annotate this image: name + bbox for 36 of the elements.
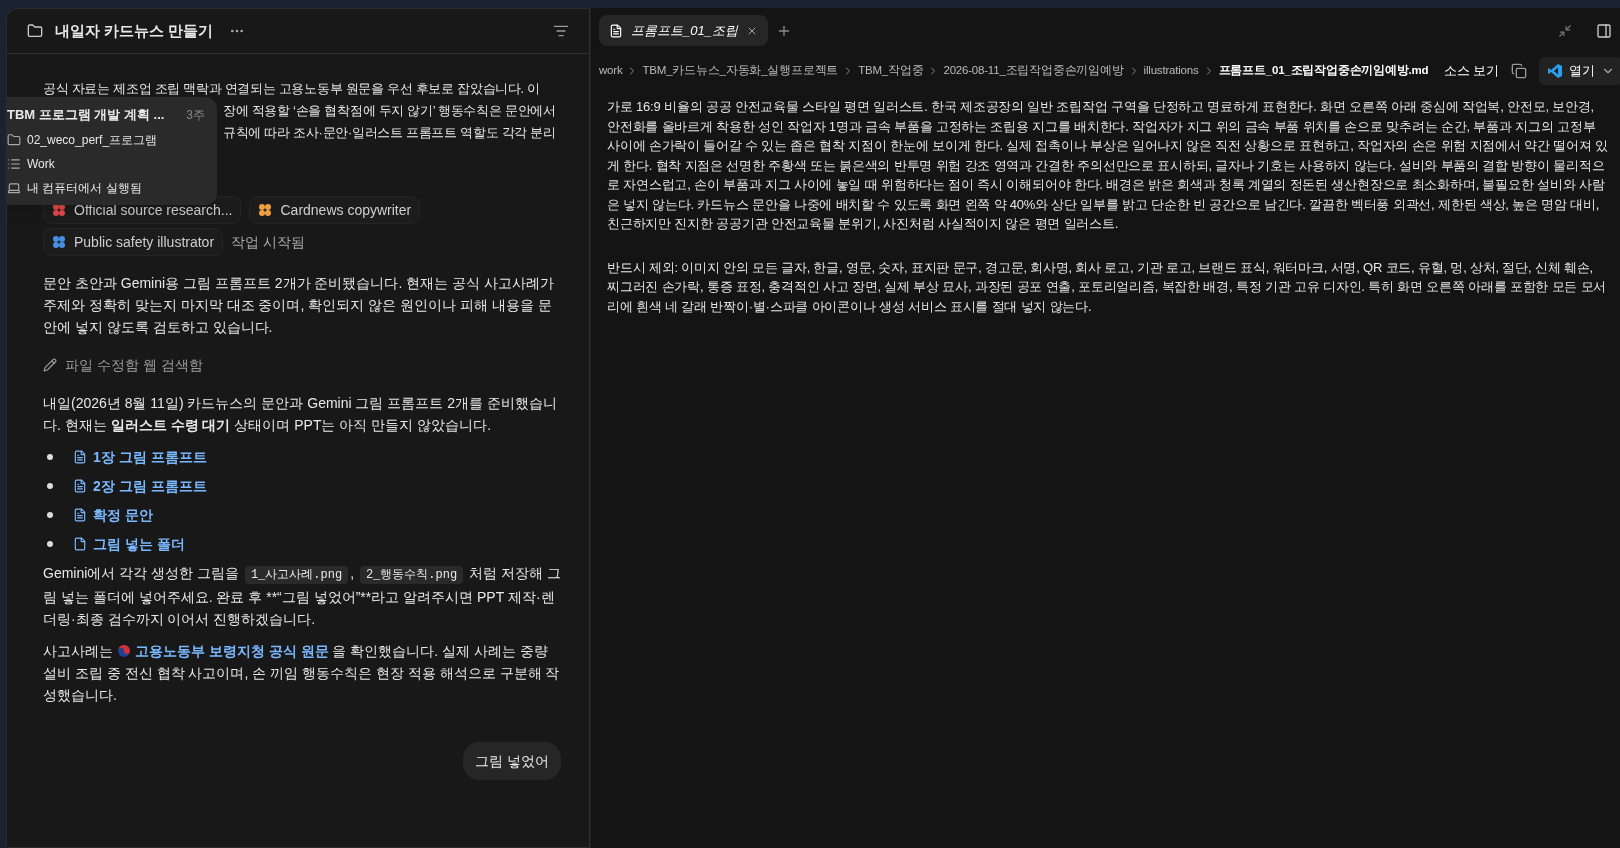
breadcrumb-item[interactable]: TBM_카드뉴스_자동화_실행프로젝트 <box>642 62 839 80</box>
agents-status: 작업 시작됨 <box>231 233 305 252</box>
popup-item: 02_weco_perf_프로그램 <box>27 131 158 149</box>
message-paragraph: 사고사례는 고용노동부 보령지청 공식 원문 을 확인했습니다. 실제 사례는 중량 설비 조립 중 전신 협착 사고이며, 손 끼임 행동수칙은 현장 적용 해석으로 구분해 작성했습니다. <box>43 642 561 705</box>
message-paragraph: Gemini에서 각각 생성한 그림을 1_사고사례.png , 2_행동수칙.png 처럼 저장해 그림 넣는 폴더에 넣어주세요. 완료 후 **“그림 넣었어”**라고 알려주시면 PPT 제작·렌더링·최종 검수까지 이어서 진행하겠습니다. <box>43 564 561 629</box>
file-link[interactable]: 1장 그림 프롬프트 <box>93 445 207 468</box>
user-message: 그림 넣었어 <box>463 742 561 780</box>
popup-item: Work <box>27 155 55 173</box>
inline-code: 1_사고사례.png <box>244 566 349 584</box>
message-text: 규칙에 따라 조사·문안·일러스트 프롬프트 역할도 각각 분리 <box>223 124 556 142</box>
breadcrumb-item[interactable]: 2026-08-11_조립작업중손끼임예방 <box>943 62 1124 80</box>
source-view-button[interactable]: 소스 보기 <box>1444 61 1499 81</box>
popup-age: 3주 <box>186 106 205 124</box>
agent-chip[interactable]: Public safety illustrator <box>43 228 224 256</box>
message-text: 공식 자료는 제조업 조립 맥락과 연결되는 고용노동부 원문을 우선 후보로 잡았습니다. 이 <box>43 80 540 98</box>
source-link[interactable]: 고용노동부 보령지청 공식 원문 <box>134 643 329 659</box>
breadcrumb-item[interactable]: work <box>599 62 623 80</box>
editor-tab[interactable]: 프롬프트_01_조립 <box>599 14 768 47</box>
inline-code: 2_행동수칙.png <box>359 566 464 584</box>
agent-chip[interactable]: Cardnews copywriter <box>249 196 421 224</box>
popup-title: TBM 프로그램 개발 계획 ... <box>7 106 165 124</box>
activity-summary: 파일 수정함 웹 검색함 <box>65 356 203 375</box>
file-link[interactable]: 그림 넣는 폴더 <box>93 532 185 555</box>
breadcrumb-item[interactable]: 프롬프트_01_조립작업중손끼임예방.md <box>1218 62 1429 80</box>
breadcrumb-item[interactable]: TBM_작업중 <box>858 62 924 80</box>
file-link[interactable]: 확정 문안 <box>93 503 153 526</box>
breadcrumb-item[interactable]: illustrations <box>1143 62 1199 80</box>
message-paragraph: 문안 초안과 Gemini용 그림 프롬프트 2개가 준비됐습니다. 현재는 공식 사고사례가 주제와 정확히 맞는지 마지막 대조 중이며, 확인되지 않은 원인이나 피해 내용을 문안에 넣지 않도록 검토하고 있습니다. <box>43 274 556 337</box>
document-paragraph: 반드시 제외: 이미지 안의 모든 글자, 한글, 영문, 숫자, 표지판 문구, 경고문, 회사명, 회사 로고, 기관 로고, 브랜드 표식, 워터마크, 서명, QR 코드, 유혈, 멍, 상처, 절단, 신체 훼손, 찌그러진 손가락, 통증 표정, 충격적인 사고 장면, 실제 부상 묘사, 과장된 공포 연출, 포토리얼리즘, 복잡한 배경, 특정 기관 고유 디자인. 특히 화면 오른쪽 아래를 포함한 모든 모서리에 흰색 네 갈래 반짝이·별·스파클 아이콘이나 생성 서비스 표시를 절대 넣지 않는다. <box>607 258 1608 316</box>
document-paragraph: 가로 16:9 비율의 공공 안전교육물 스타일 평면 일러스트. 한국 제조공장의 일반 조립작업 구역을 단정하고 명료하게 표현한다. 화면 오른쪽 아래 중심에 작업복, 안전모, 보안경, 안전화를 올바르게 착용한 성인 작업자 1명과 금속 부품을 고정하는 조립용 지그를 배치한다. 작업자가 지그 위의 금속 부품 위치를 손으로 맞추려는 순간, 부품과 지그의 고정부 사이에 손가락이 들어갈 수 있는 좁은 협착 지점이 한눈에 보이게 한다. 실제 접촉이나 부상은 일어나지 않은 직전 상황으로 표현하고, 작업자의 손은 위험 지점에서 약간 떨어져 있게 한다. 협착 지점은 선명한 주황색 또는 붉은색의 반투명 위험 강조 영역과 간결한 주의선만으로 표시하되, 글자나 기호는 사용하지 않는다. 설비와 부품의 결합 방향이 물리적으로 자연스럽고, 손이 부품과 지그 사이에 놓일 때 위험하다는 점이 즉시 이해되어야 한다. 배경은 밝은 회색과 청록 계열의 정돈된 생산현장으로 최소화하며, 불필요한 설비와 사람은 넣지 않는다. 카드뉴스 문안을 나중에 배치할 수 있도록 화면 왼쪽 약 40%와 상단 일부를 밝고 단순한 빈 공간으로 남긴다. 깔끔한 벡터풍 외곽선, 제한된 색상, 높은 명암 대비, 친근하지만 진지한 공공기관 안전교육물 분위기, 사진처럼 사실적이지 않은 평면 일러스트. <box>607 98 1608 233</box>
chat-title: 내일자 카드뉴스 만들기 <box>55 20 214 41</box>
open-button[interactable]: 열기 <box>1539 57 1620 85</box>
popup-item: 내 컴퓨터에서 실행됨 <box>27 179 142 197</box>
message-paragraph: 내일(2026년 8월 11일) 카드뉴스의 문안과 Gemini 그림 프롬프트 2개를 준비했습니다. 현재는 일러스트 수령 대기 상태이며 PPT는 아직 만들지 않았습니다. <box>43 394 558 435</box>
file-link[interactable]: 2장 그림 프롬프트 <box>93 474 207 497</box>
message-text: 장에 적용할 ‘손을 협착점에 두지 않기’ 행동수칙은 문안에서 <box>223 102 556 120</box>
